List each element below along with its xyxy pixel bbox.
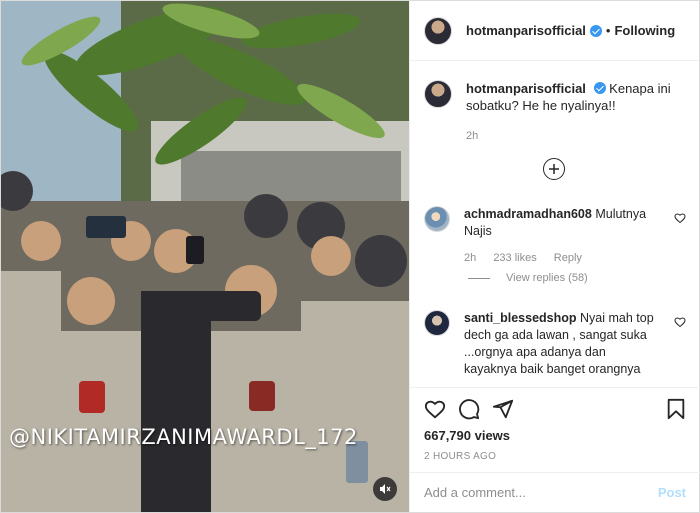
add-comment-input[interactable]: Add a comment... [424,485,658,500]
separator-dot: • [605,23,611,38]
post-video[interactable]: @NIKITAMIRZANIMAWARDL_172 [1,1,409,512]
comment-meta: 2h 233 likes Reply [464,250,654,267]
view-replies-button[interactable]: View replies (58) [468,272,588,284]
comment-bubble-icon [459,399,480,420]
avatar[interactable] [424,16,452,45]
mute-button[interactable] [373,477,397,501]
post-header: hotmanparisofficial • Following [410,1,699,61]
add-comment-bar: Add a comment... Post [410,472,700,512]
action-icons [424,396,686,422]
comment-item: santi_blessedshop Nyai mah top dech ga a… [424,310,686,378]
load-more-comments-button[interactable] [543,158,565,180]
paper-plane-icon [492,399,514,419]
comment-username[interactable]: achmadramadhan608 [464,207,592,221]
view-replies-label: View replies (58) [506,272,588,284]
comment-item: achmadramadhan608 Mulutnya Najis 2h 233 … [424,206,686,267]
share-button[interactable] [492,398,514,420]
reply-button[interactable]: Reply [554,252,582,264]
replies-divider [468,277,490,279]
heart-icon[interactable] [674,212,686,224]
plus-circle-icon [549,164,559,174]
verified-badge-icon [589,24,602,37]
comment-button[interactable] [458,398,480,420]
save-button[interactable] [666,398,686,420]
header-username[interactable]: hotmanparisofficial [466,23,586,38]
post-caption: hotmanparisofficial Kenapa ini sobatku? … [410,62,700,145]
commenter-avatar[interactable] [424,206,450,232]
post-timestamp[interactable]: 2 HOURS AGO [424,451,686,462]
video-watermark: @NIKITAMIRZANIMAWARDL_172 [9,425,358,449]
caption-username[interactable]: hotmanparisofficial [466,81,586,96]
heart-icon[interactable] [674,316,686,328]
caption-avatar[interactable] [424,80,452,108]
like-button[interactable] [424,398,446,420]
caption-time[interactable]: 2h [466,128,686,145]
heart-icon [424,400,446,419]
comment-likes[interactable]: 233 likes [493,252,536,264]
comments-section: hotmanparisofficial Kenapa ini sobatku? … [410,62,700,386]
bookmark-icon [667,398,685,420]
instagram-post: @NIKITAMIRZANIMAWARDL_172 hotmanparisoff… [0,0,700,513]
post-details-panel: hotmanparisofficial • Following hotmanpa… [409,1,700,512]
commenter-avatar[interactable] [424,310,450,336]
speaker-muted-icon [380,484,391,494]
comment-username[interactable]: santi_blessedshop [464,311,577,325]
post-comment-button[interactable]: Post [658,485,686,500]
verified-badge-icon [593,82,606,94]
following-button[interactable]: Following [614,23,675,38]
view-count[interactable]: 667,790 views [424,428,686,443]
comment-time[interactable]: 2h [464,252,476,264]
post-actions: 667,790 views 2 HOURS AGO [410,387,700,462]
